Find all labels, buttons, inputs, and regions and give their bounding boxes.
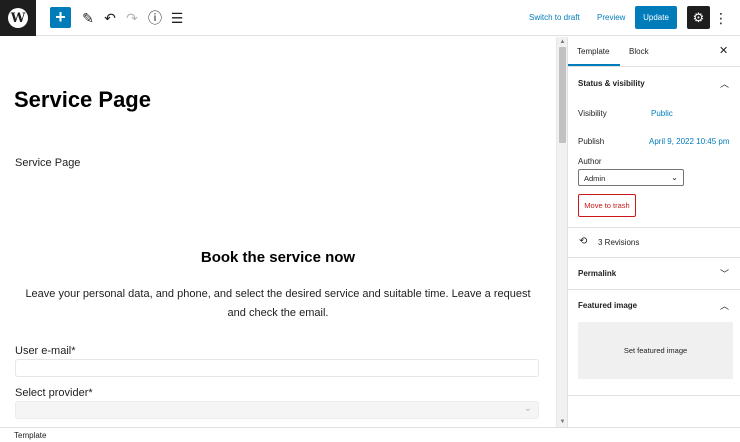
featured-image-heading[interactable]: Featured image [578, 301, 637, 310]
update-button[interactable]: Update [635, 6, 677, 29]
wordpress-logo-icon: W [8, 8, 28, 28]
divider [568, 395, 740, 396]
divider [568, 227, 740, 228]
visibility-label: Visibility [578, 109, 607, 118]
publish-label: Publish [578, 137, 605, 146]
revisions-link[interactable]: 3 Revisions [598, 238, 639, 247]
booking-heading[interactable]: Book the service now [0, 249, 556, 266]
email-field-label: User e-mail* [15, 345, 76, 357]
block-breadcrumb-bar: Template [0, 427, 740, 442]
settings-sidebar: Template Block ✕ Status & visibility ︿ V… [567, 37, 740, 427]
editor-canvas: Service Page Service Page Book the servi… [0, 37, 556, 427]
author-selected-value: Admin [584, 174, 606, 183]
chevron-down-icon: ⌄ [671, 173, 678, 182]
paragraph-block[interactable]: Service Page [15, 157, 80, 169]
move-to-trash-button[interactable]: Move to trash [578, 194, 636, 217]
list-view-icon[interactable]: ☰ [166, 7, 188, 29]
page-title[interactable]: Service Page [14, 87, 151, 113]
tab-template[interactable]: Template [577, 47, 609, 56]
settings-gear-icon[interactable]: ⚙ [687, 6, 710, 29]
set-featured-image-button[interactable]: Set featured image [578, 322, 733, 379]
email-field[interactable] [15, 359, 539, 377]
redo-icon[interactable]: ↷ [121, 7, 143, 29]
editor-header: W + ✎ ↶ ↷ ⓘ ☰ Switch to draft Preview Up… [0, 0, 740, 36]
chevron-down-icon[interactable]: ﹀ [720, 267, 729, 280]
sidebar-tabs: Template Block ✕ [568, 37, 740, 67]
wordpress-logo-button[interactable]: W [0, 0, 36, 36]
switch-to-draft-button[interactable]: Switch to draft [529, 13, 580, 22]
status-visibility-heading[interactable]: Status & visibility [578, 79, 645, 88]
provider-select[interactable]: ⌄ [15, 401, 539, 419]
preview-button[interactable]: Preview [597, 13, 625, 22]
scroll-thumb[interactable] [559, 47, 566, 143]
visibility-value-link[interactable]: Public [651, 109, 673, 118]
author-label: Author [578, 157, 602, 166]
details-info-icon[interactable]: ⓘ [144, 7, 166, 29]
divider [568, 289, 740, 290]
active-tab-indicator [568, 64, 620, 66]
breadcrumb-template[interactable]: Template [14, 431, 46, 440]
close-icon[interactable]: ✕ [719, 44, 728, 57]
chevron-up-icon[interactable]: ︿ [720, 299, 729, 312]
chevron-down-icon: ⌄ [523, 403, 532, 414]
add-block-button[interactable]: + [50, 7, 71, 28]
author-select[interactable]: Admin ⌄ [578, 169, 684, 186]
chevron-up-icon[interactable]: ︿ [720, 77, 729, 90]
tab-block[interactable]: Block [629, 47, 649, 56]
revisions-history-icon: ⟲ [579, 236, 588, 247]
more-options-icon[interactable]: ⋮ [714, 7, 728, 29]
divider [568, 257, 740, 258]
permalink-heading[interactable]: Permalink [578, 269, 616, 278]
provider-field-label: Select provider* [15, 387, 93, 399]
canvas-scrollbar[interactable]: ▲ ▼ [556, 37, 567, 427]
publish-date-link[interactable]: April 9, 2022 10:45 pm [649, 137, 730, 146]
undo-icon[interactable]: ↶ [99, 7, 121, 29]
tools-pencil-icon[interactable]: ✎ [77, 7, 99, 29]
booking-description[interactable]: Leave your personal data, and phone, and… [20, 285, 536, 323]
